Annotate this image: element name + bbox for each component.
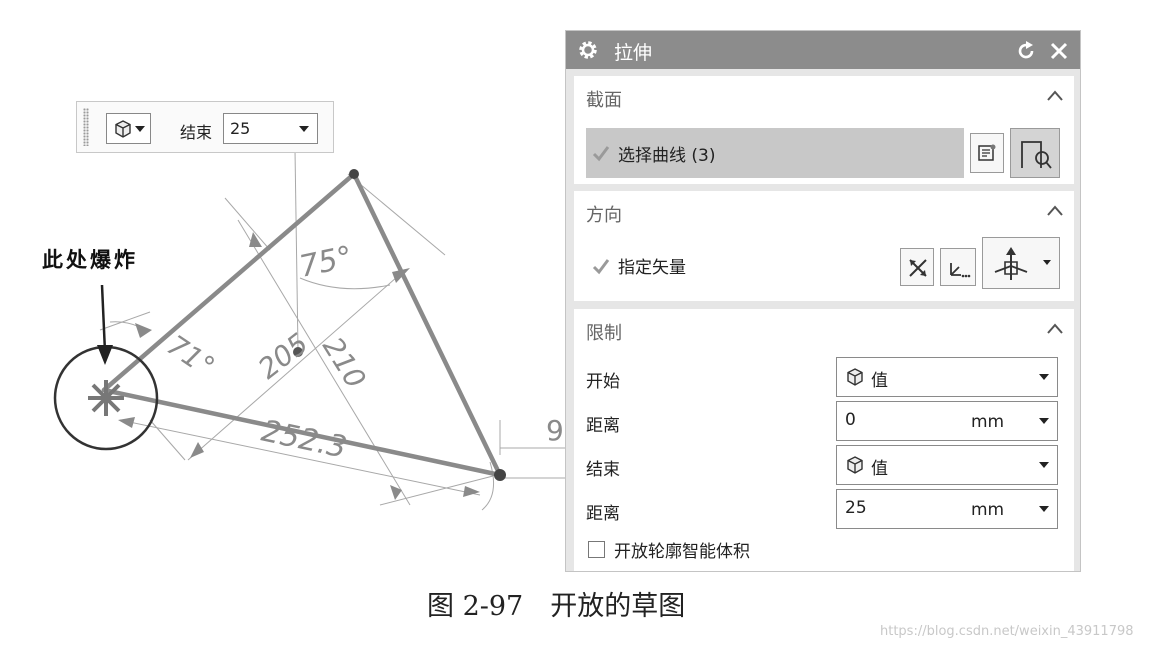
open-profile-checkbox[interactable] [588, 541, 605, 558]
direction-panel: 方向 指定矢量 [574, 191, 1074, 301]
extrude-dialog: 拉伸 截面 选择曲线 (3) 方向 指定矢量 限制 开始 值 距离 0 mm 结… [565, 30, 1081, 572]
dim-edge: 9 [546, 414, 564, 447]
select-curve-label: 选择曲线 (3) [618, 146, 716, 166]
start-label: 开始 [586, 372, 620, 392]
vector-dialog-icon [950, 263, 971, 278]
section-panel: 截面 选择曲线 (3) [574, 76, 1074, 184]
reset-icon[interactable] [1014, 39, 1038, 63]
sketch-section-button[interactable] [970, 133, 1004, 173]
vector-dialog-button[interactable] [940, 248, 976, 286]
dialog-title: 拉伸 [614, 42, 653, 64]
explode-annotation: 此处爆炸 [42, 247, 138, 272]
start-distance-input[interactable]: 0 mm [836, 401, 1058, 441]
figure-caption: 图 2-97 开放的草图 [427, 591, 686, 622]
sketch-canvas[interactable]: 75° 71° 205 210 252.3 9 此处爆炸 结束 25 [0, 0, 580, 580]
chevron-up-icon[interactable] [1046, 88, 1064, 104]
end-distance-value: 25 [845, 498, 867, 518]
toolbar-grip[interactable] [83, 108, 89, 146]
mini-end-input[interactable]: 25 [223, 113, 318, 144]
dim-angle-left: 71° [161, 328, 221, 383]
explode-star-icon [88, 380, 124, 416]
select-curve-row[interactable]: 选择曲线 (3) [586, 128, 964, 178]
start-distance-label: 距离 [586, 416, 620, 436]
value-cube-icon [115, 120, 131, 138]
vector-type-dropdown[interactable] [982, 237, 1060, 289]
chevron-down-icon [1043, 260, 1051, 265]
end-type-value: 值 [871, 459, 888, 479]
sketch-section-icon [978, 144, 996, 161]
vector-axis-icon [994, 247, 1028, 280]
sketch-drawing: 75° 71° 205 210 252.3 9 [53, 149, 580, 511]
checkmark-icon [592, 259, 610, 275]
chevron-down-icon [1039, 506, 1049, 512]
explode-arrow-icon [97, 345, 113, 365]
mini-end-label: 结束 [180, 123, 213, 142]
mini-end-value: 25 [230, 119, 251, 138]
chevron-up-icon[interactable] [1046, 321, 1064, 337]
chevron-down-icon [1039, 374, 1049, 380]
dim-angle-top: 75° [296, 240, 355, 285]
start-distance-unit: mm [971, 412, 1005, 432]
vertex-top [349, 169, 359, 179]
section-title: 截面 [586, 90, 622, 111]
checkmark-icon [592, 146, 610, 162]
dim-205: 205 [252, 327, 314, 386]
open-profile-label: 开放轮廓智能体积 [614, 542, 750, 562]
limits-title: 限制 [586, 323, 622, 344]
gear-icon[interactable] [576, 38, 600, 62]
watermark: https://blog.csdn.net/weixin_43911798 [880, 624, 1134, 639]
limit-type-dropdown[interactable] [106, 113, 151, 144]
end-distance-input[interactable]: 25 mm [836, 489, 1058, 529]
start-type-dropdown[interactable]: 值 [836, 357, 1058, 397]
chevron-down-icon [1039, 418, 1049, 424]
direction-title: 方向 [586, 205, 622, 226]
end-distance-unit: mm [971, 500, 1005, 520]
value-cube-icon [847, 368, 863, 386]
end-label: 结束 [586, 460, 620, 480]
limits-panel: 限制 开始 值 距离 0 mm 结束 值 距离 25 mm 开放轮廓智能体积 [574, 309, 1074, 571]
value-cube-icon [847, 456, 863, 474]
reverse-direction-button[interactable] [900, 248, 934, 286]
end-distance-label: 距离 [586, 504, 620, 524]
chevron-down-icon [135, 126, 145, 132]
mini-toolbar: 结束 25 [76, 101, 334, 153]
chevron-up-icon[interactable] [1046, 203, 1064, 219]
chevron-down-icon [1039, 462, 1049, 468]
start-distance-value: 0 [845, 410, 856, 430]
vertex-right [494, 469, 506, 481]
curve-button[interactable] [1010, 128, 1060, 178]
close-icon[interactable] [1047, 39, 1071, 63]
chevron-down-icon [299, 126, 309, 132]
dialog-titlebar[interactable]: 拉伸 [566, 31, 1080, 69]
sketch-edge-right [351, 171, 503, 478]
curve-icon [1021, 141, 1052, 169]
specify-vector-label: 指定矢量 [618, 258, 686, 278]
reverse-direction-icon [909, 259, 927, 277]
start-type-value: 值 [871, 371, 888, 391]
end-type-dropdown[interactable]: 值 [836, 445, 1058, 485]
